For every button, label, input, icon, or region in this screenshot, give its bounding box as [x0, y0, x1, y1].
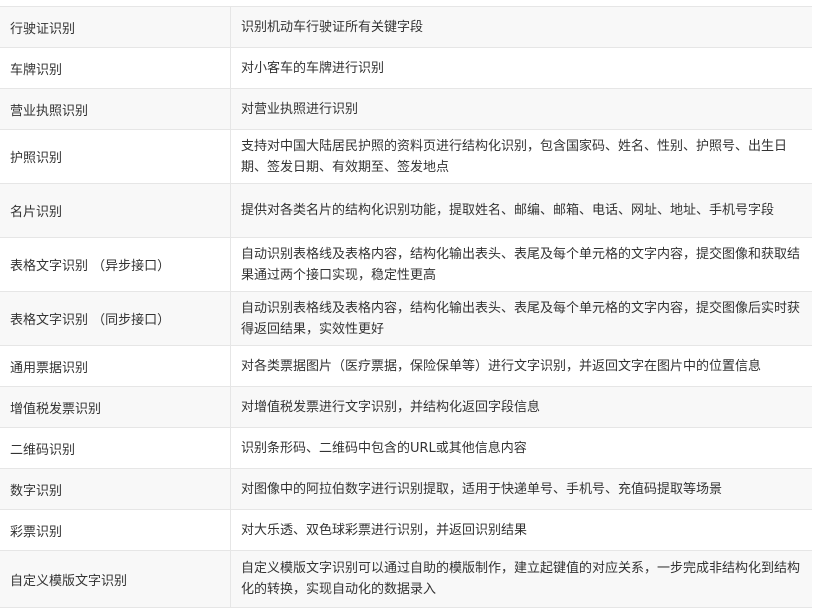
feature-description: 自定义模版文字识别可以通过自助的模版制作，建立起键值的对应关系，一步完成非结构化… [241, 561, 801, 597]
feature-description: 提供对各类名片的结构化识别功能，提取姓名、邮编、邮箱、电话、网址、地址、手机号字… [241, 203, 775, 218]
table-row: 表格文字识别 （同步接口） 自动识别表格线及表格内容，结构化输出表头、表尾及每个… [0, 292, 812, 346]
table-row: 自定义模版文字识别 自定义模版文字识别可以通过自助的模版制作，建立起键值的对应关… [0, 551, 812, 608]
table-row: 通用票据识别 对各类票据图片（医疗票据，保险保单等）进行文字识别，并返回文字在图… [0, 346, 812, 387]
feature-description: 对图像中的阿拉伯数字进行识别提取，适用于快递单号、手机号、充值码提取等场景 [241, 481, 723, 497]
feature-name: 车牌识别 [0, 48, 231, 88]
table-row: 护照识别 支持对中国大陆居民护照的资料页进行结构化识别，包含国家码、姓名、性别、… [0, 130, 812, 184]
feature-name: 营业执照识别 [0, 89, 231, 129]
feature-description: 自动识别表格线及表格内容，结构化输出表头、表尾及每个单元格的文字内容，提交图像和… [241, 246, 801, 283]
feature-name: 行驶证识别 [0, 7, 231, 47]
feature-description: 对营业执照进行识别 [241, 101, 359, 117]
feature-name: 护照识别 [0, 130, 231, 183]
feature-table: 行驶证识别 识别机动车行驶证所有关键字段 车牌识别 对小客车的车牌进行识别 营业… [0, 6, 812, 608]
feature-name: 通用票据识别 [0, 346, 231, 386]
table-row: 营业执照识别 对营业执照进行识别 [0, 89, 812, 130]
table-row: 二维码识别 识别条形码、二维码中包含的URL或其他信息内容 [0, 428, 812, 469]
feature-description: 支持对中国大陆居民护照的资料页进行结构化识别，包含国家码、姓名、性别、护照号、出… [241, 138, 788, 175]
feature-name: 表格文字识别 （同步接口） [0, 292, 231, 345]
table-row: 增值税发票识别 对增值税发票进行文字识别，并结构化返回字段信息 [0, 387, 812, 428]
feature-description: 对小客车的车牌进行识别 [241, 60, 385, 76]
table-row: 数字识别 对图像中的阿拉伯数字进行识别提取，适用于快递单号、手机号、充值码提取等… [0, 469, 812, 510]
table-row: 名片识别 提供对各类名片的结构化识别功能，提取姓名、邮编、邮箱、电话、网址、地址… [0, 184, 812, 238]
table-row: 表格文字识别 （异步接口） 自动识别表格线及表格内容，结构化输出表头、表尾及每个… [0, 238, 812, 292]
feature-description: 对各类票据图片（医疗票据，保险保单等）进行文字识别，并返回文字在图片中的位置信息 [241, 358, 762, 374]
feature-description: 对增值税发票进行文字识别，并结构化返回字段信息 [241, 399, 541, 415]
feature-name: 二维码识别 [0, 428, 231, 468]
table-row: 车牌识别 对小客车的车牌进行识别 [0, 48, 812, 89]
feature-description: 对大乐透、双色球彩票进行识别，并返回识别结果 [241, 522, 528, 538]
feature-description: 识别条形码、二维码中包含的URL或其他信息内容 [241, 440, 527, 456]
feature-name: 数字识别 [0, 469, 231, 509]
feature-description: 自动识别表格线及表格内容，结构化输出表头、表尾及每个单元格的文字内容，提交图像后… [241, 300, 801, 337]
feature-name: 名片识别 [0, 184, 231, 237]
feature-name: 自定义模版文字识别 [0, 551, 231, 607]
feature-description: 识别机动车行驶证所有关键字段 [241, 19, 424, 35]
table-row: 行驶证识别 识别机动车行驶证所有关键字段 [0, 7, 812, 48]
feature-name: 彩票识别 [0, 510, 231, 550]
table-row: 彩票识别 对大乐透、双色球彩票进行识别，并返回识别结果 [0, 510, 812, 551]
feature-name: 增值税发票识别 [0, 387, 231, 427]
feature-name: 表格文字识别 （异步接口） [0, 238, 231, 291]
